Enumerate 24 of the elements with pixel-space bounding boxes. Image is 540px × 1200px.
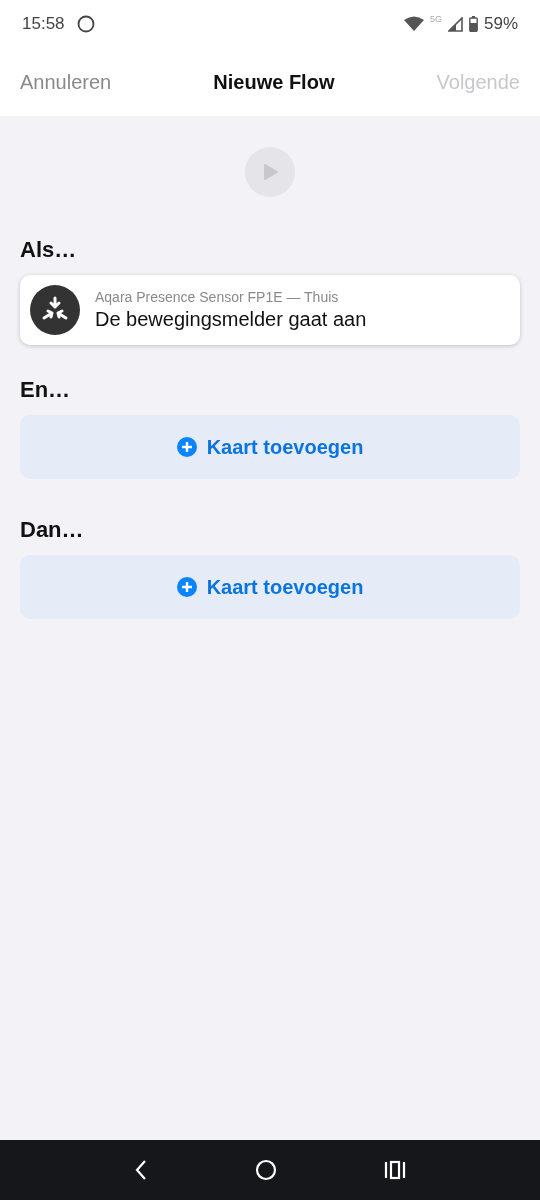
plus-icon (176, 437, 197, 457)
battery-icon (468, 16, 478, 32)
add-card-button[interactable]: Kaart toevoegen (20, 555, 520, 619)
circle-icon (76, 15, 95, 33)
cancel-button[interactable]: Annuleren (20, 70, 112, 94)
back-icon[interactable] (133, 1159, 148, 1181)
status-time: 15:58 (22, 14, 65, 34)
page-title: Nieuwe Flow (213, 70, 335, 94)
network-label: 5G (429, 14, 442, 24)
trigger-card[interactable]: Aqara Presence Sensor FP1E — Thuis De bewegingsmelder gaat aan (20, 275, 520, 345)
plus-icon (176, 577, 197, 597)
add-card-button[interactable]: Kaart toevoegen (20, 415, 520, 479)
play-icon (261, 163, 279, 181)
recents-icon[interactable] (384, 1160, 407, 1180)
wifi-icon (403, 16, 424, 32)
device-name: Aqara Presence Sensor FP1E — Thuis (95, 289, 340, 305)
trigger-text: De bewegingsmelder gaat aan (95, 308, 367, 331)
signal-icon (447, 16, 463, 32)
sensor-icon (30, 285, 80, 335)
section-heading: En… (20, 377, 72, 403)
section-heading: Als… (20, 237, 78, 263)
section-heading: Dan… (20, 517, 85, 543)
home-icon[interactable] (255, 1159, 277, 1181)
battery-percent: 59% (483, 14, 518, 34)
